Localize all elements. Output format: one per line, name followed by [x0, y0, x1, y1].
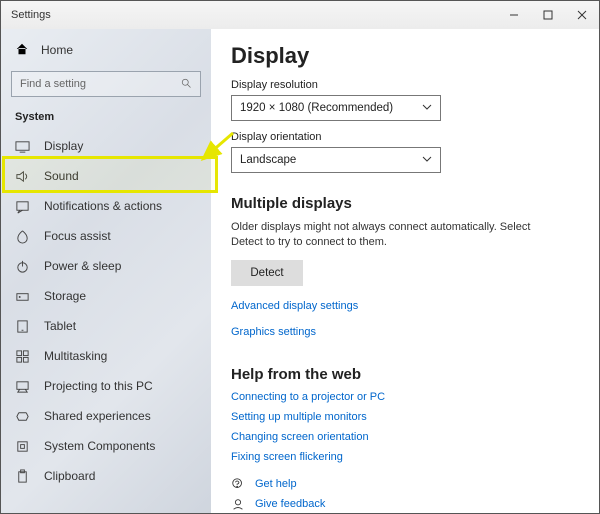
sidebar-item-storage[interactable]: Storage — [1, 281, 211, 311]
sidebar-home[interactable]: Home — [1, 35, 211, 65]
display-icon — [15, 139, 30, 154]
sidebar-item-label: Notifications & actions — [44, 199, 162, 213]
advanced-display-link[interactable]: Advanced display settings — [231, 300, 579, 312]
sidebar-item-label: Multitasking — [44, 349, 107, 363]
resolution-label: Display resolution — [231, 79, 579, 91]
minimize-button[interactable] — [497, 1, 531, 29]
sidebar-item-system-components[interactable]: System Components — [1, 431, 211, 461]
multiple-displays-desc: Older displays might not always connect … — [231, 220, 561, 250]
sidebar-item-sound[interactable]: Sound — [1, 161, 211, 191]
sidebar-item-label: Focus assist — [44, 229, 111, 243]
sidebar-item-shared-experiences[interactable]: Shared experiences — [1, 401, 211, 431]
sidebar-item-focus-assist[interactable]: Focus assist — [1, 221, 211, 251]
help-heading: Help from the web — [231, 366, 579, 383]
window-title: Settings — [11, 9, 51, 21]
sidebar-item-label: Shared experiences — [44, 409, 151, 423]
sidebar-item-label: System Components — [44, 439, 155, 453]
sidebar-home-label: Home — [41, 43, 73, 57]
search-icon — [180, 77, 192, 92]
sidebar-item-multitasking[interactable]: Multitasking — [1, 341, 211, 371]
home-icon — [15, 42, 29, 59]
sidebar-search[interactable]: Find a setting — [11, 71, 201, 97]
power-icon — [15, 259, 30, 274]
projecting-icon — [15, 379, 30, 394]
chevron-down-icon — [422, 102, 432, 115]
sidebar-group-system: System — [1, 107, 211, 131]
graphics-settings-link[interactable]: Graphics settings — [231, 326, 579, 338]
sidebar-item-label: Display — [44, 139, 83, 153]
multitasking-icon — [15, 349, 30, 364]
sound-icon — [15, 169, 30, 184]
detect-button[interactable]: Detect — [231, 260, 303, 286]
tablet-icon — [15, 319, 30, 334]
orientation-label: Display orientation — [231, 131, 579, 143]
clipboard-icon — [15, 469, 30, 484]
help-icon — [231, 477, 245, 491]
close-button[interactable] — [565, 1, 599, 29]
settings-window: Settings Home Find a setting System Disp… — [0, 0, 600, 514]
get-help-link[interactable]: Get help — [231, 477, 579, 491]
content-panel: Display Display resolution 1920 × 1080 (… — [211, 29, 599, 513]
help-link-flickering[interactable]: Fixing screen flickering — [231, 451, 579, 463]
chevron-down-icon — [422, 154, 432, 167]
sidebar-item-label: Power & sleep — [44, 259, 121, 273]
sidebar-item-notifications[interactable]: Notifications & actions — [1, 191, 211, 221]
maximize-button[interactable] — [531, 1, 565, 29]
sidebar-item-label: Sound — [44, 169, 79, 183]
sidebar-item-label: Projecting to this PC — [44, 379, 153, 393]
notifications-icon — [15, 199, 30, 214]
storage-icon — [15, 289, 30, 304]
resolution-value: 1920 × 1080 (Recommended) — [240, 102, 393, 114]
sidebar-item-display[interactable]: Display — [1, 131, 211, 161]
feedback-icon — [231, 497, 245, 511]
multiple-displays-heading: Multiple displays — [231, 195, 579, 212]
sidebar-item-tablet[interactable]: Tablet — [1, 311, 211, 341]
help-link-orientation[interactable]: Changing screen orientation — [231, 431, 579, 443]
help-link-projector[interactable]: Connecting to a projector or PC — [231, 391, 579, 403]
titlebar: Settings — [1, 1, 599, 29]
window-controls — [497, 1, 599, 29]
sidebar-item-projecting[interactable]: Projecting to this PC — [1, 371, 211, 401]
shared-experiences-icon — [15, 409, 30, 424]
focus-assist-icon — [15, 229, 30, 244]
orientation-dropdown[interactable]: Landscape — [231, 147, 441, 173]
help-link-monitors[interactable]: Setting up multiple monitors — [231, 411, 579, 423]
components-icon — [15, 439, 30, 454]
sidebar-item-power-sleep[interactable]: Power & sleep — [1, 251, 211, 281]
search-placeholder: Find a setting — [20, 78, 86, 90]
orientation-value: Landscape — [240, 154, 296, 166]
sidebar-item-label: Clipboard — [44, 469, 95, 483]
resolution-dropdown[interactable]: 1920 × 1080 (Recommended) — [231, 95, 441, 121]
sidebar-item-label: Tablet — [44, 319, 76, 333]
sidebar-item-clipboard[interactable]: Clipboard — [1, 461, 211, 491]
page-title: Display — [231, 43, 579, 69]
sidebar: Home Find a setting System Display Sound… — [1, 29, 211, 513]
give-feedback-link[interactable]: Give feedback — [231, 497, 579, 511]
sidebar-item-label: Storage — [44, 289, 86, 303]
